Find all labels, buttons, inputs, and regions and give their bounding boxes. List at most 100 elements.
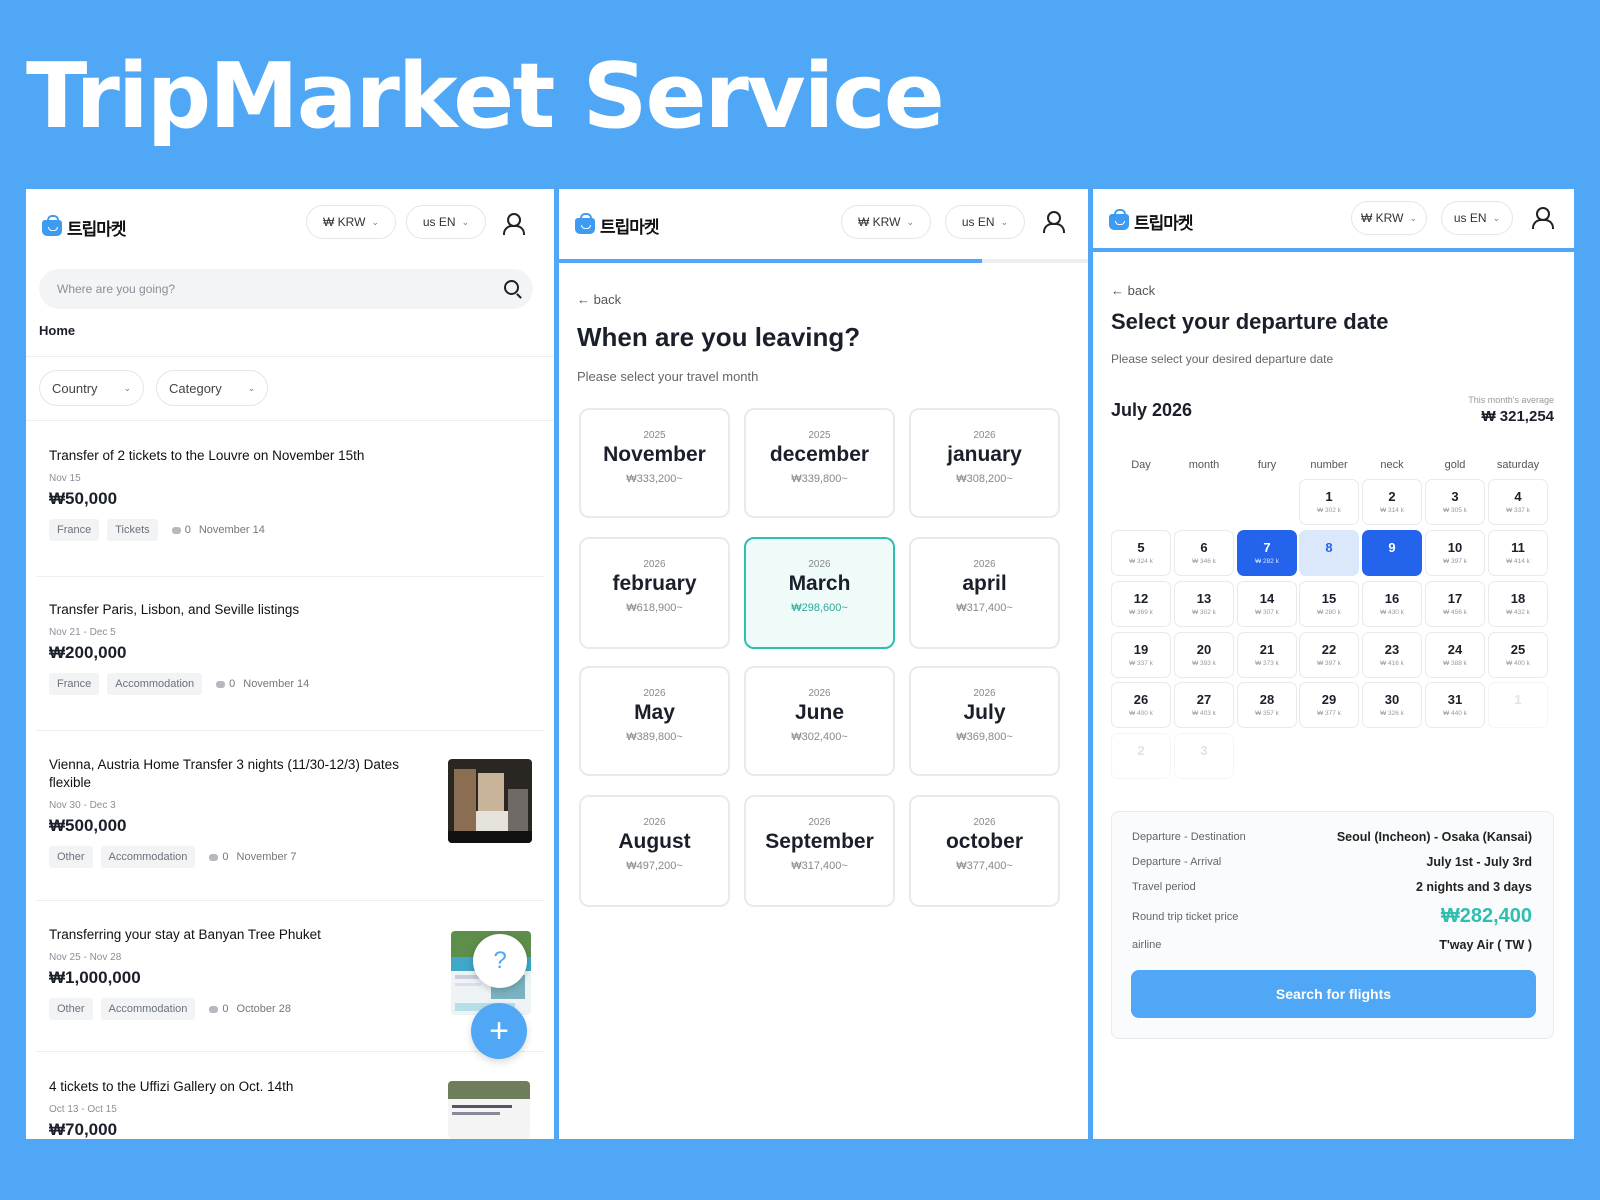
- calendar-day[interactable]: 8: [1299, 530, 1359, 576]
- calendar-day[interactable]: 10 ₩ 397 k: [1425, 530, 1485, 576]
- calendar-day[interactable]: 11 ₩ 414 k: [1488, 530, 1548, 576]
- search-icon[interactable]: [504, 280, 519, 295]
- country-filter[interactable]: Country ⌄: [39, 370, 145, 406]
- month-card[interactable]: 2026 June ₩302,400~: [744, 666, 895, 776]
- back-link[interactable]: ← back: [577, 292, 621, 307]
- bag-icon: [575, 212, 595, 234]
- calendar-day[interactable]: 26 ₩ 400 k: [1111, 682, 1171, 728]
- language-selector[interactable]: us EN ⌄: [406, 205, 486, 239]
- calendar-day[interactable]: 24 ₩ 388 k: [1425, 632, 1485, 678]
- calendar-day[interactable]: 1 ₩ 302 k: [1299, 479, 1359, 525]
- month-card[interactable]: 2026 january ₩308,200~: [909, 408, 1060, 518]
- calendar-day[interactable]: 21 ₩ 373 k: [1237, 632, 1297, 678]
- calendar-day[interactable]: 16 ₩ 430 k: [1362, 581, 1422, 627]
- search-input[interactable]: Where are you going?: [39, 269, 533, 309]
- screen-heading: Select your departure date: [1111, 309, 1389, 334]
- add-post-button[interactable]: +: [471, 1003, 527, 1059]
- day-number: 18: [1510, 591, 1526, 606]
- calendar-day[interactable]: 12 ₩ 369 k: [1111, 581, 1171, 627]
- month-card[interactable]: 2026 August ₩497,200~: [579, 795, 730, 907]
- calendar-day[interactable]: 27 ₩ 403 k: [1174, 682, 1234, 728]
- calendar-day[interactable]: 31 ₩ 440 k: [1425, 682, 1485, 728]
- day-price: ₩ 280 k: [1317, 609, 1341, 616]
- calendar-day[interactable]: 23 ₩ 416 k: [1362, 632, 1422, 678]
- calendar-day[interactable]: 2 ₩ 314 k: [1362, 479, 1422, 525]
- calendar-day[interactable]: 6 ₩ 346 k: [1174, 530, 1234, 576]
- date-select-screen: 트립마켓 ₩ KRW ⌄ us EN ⌄ ← back Select your de…: [1093, 189, 1574, 1139]
- month-card[interactable]: 2025 November ₩333,200~: [579, 408, 730, 518]
- tag: Other: [49, 846, 93, 868]
- calendar-day[interactable]: 18 ₩ 432 k: [1488, 581, 1548, 627]
- calendar-day[interactable]: 4 ₩ 337 k: [1488, 479, 1548, 525]
- calendar-day[interactable]: 25 ₩ 400 k: [1488, 632, 1548, 678]
- month-price: ₩308,200~: [956, 473, 1013, 485]
- progress-bar: [1093, 248, 1574, 252]
- back-link[interactable]: ← back: [1111, 283, 1155, 298]
- calendar-day[interactable]: 22 ₩ 397 k: [1299, 632, 1359, 678]
- divider: [36, 900, 544, 901]
- list-item[interactable]: Transfer of 2 tickets to the Louvre on N…: [49, 447, 539, 541]
- summary-value: ₩282,400: [1440, 905, 1532, 927]
- month-card[interactable]: 2025 december ₩339,800~: [744, 408, 895, 518]
- user-icon[interactable]: [1532, 207, 1554, 229]
- breadcrumb-home[interactable]: Home: [39, 323, 75, 338]
- screen-heading: When are you leaving?: [577, 322, 861, 352]
- day-price: ₩ 440 k: [1443, 710, 1467, 717]
- month-card[interactable]: 2026 July ₩369,800~: [909, 666, 1060, 776]
- app-logo[interactable]: 트립마켓: [42, 214, 127, 240]
- page-title: TripMarket Service: [26, 44, 945, 149]
- calendar-day[interactable]: 3 ₩ 305 k: [1425, 479, 1485, 525]
- chevron-down-icon: ⌄: [1492, 212, 1501, 223]
- list-item[interactable]: Transfer Paris, Lisbon, and Seville list…: [49, 601, 539, 695]
- search-flights-button[interactable]: Search for flights: [1131, 970, 1536, 1018]
- app-logo[interactable]: 트립마켓: [575, 212, 660, 238]
- currency-selector[interactable]: ₩ KRW ⌄: [306, 205, 396, 239]
- calendar-day[interactable]: 20 ₩ 393 k: [1174, 632, 1234, 678]
- month-year: 2026: [643, 688, 666, 699]
- day-number: 19: [1133, 642, 1149, 657]
- day-number: 16: [1384, 591, 1400, 606]
- help-button[interactable]: ?: [473, 934, 527, 988]
- app-header: 트립마켓 ₩ KRW ⌄ us EN ⌄: [559, 189, 1088, 263]
- calendar-day[interactable]: 17 ₩ 456 k: [1425, 581, 1485, 627]
- calendar-day[interactable]: 9: [1362, 530, 1422, 576]
- month-card[interactable]: 2026 March ₩298,600~: [744, 537, 895, 649]
- gallery-thumbnail[interactable]: [448, 1081, 530, 1139]
- month-card[interactable]: 2026 april ₩317,400~: [909, 537, 1060, 649]
- user-icon[interactable]: [503, 213, 525, 235]
- currency-selector[interactable]: ₩ KRW ⌄: [1351, 201, 1427, 235]
- month-name: february: [612, 572, 697, 595]
- month-year: 2026: [973, 430, 996, 441]
- month-year: 2025: [808, 430, 831, 441]
- calendar-day[interactable]: 15 ₩ 280 k: [1299, 581, 1359, 627]
- month-card[interactable]: 2026 September ₩317,400~: [744, 795, 895, 907]
- calendar-day[interactable]: 7 ₩ 282 k: [1237, 530, 1297, 576]
- user-icon[interactable]: [1043, 211, 1065, 233]
- day-price: ₩ 373 k: [1255, 660, 1279, 667]
- month-card[interactable]: 2026 october ₩377,400~: [909, 795, 1060, 907]
- hotel-room-thumbnail[interactable]: [448, 759, 532, 843]
- day-price: ₩ 377 k: [1317, 710, 1341, 717]
- day-price: ₩ 282 k: [1255, 558, 1279, 565]
- calendar-day[interactable]: 5 ₩ 324 k: [1111, 530, 1171, 576]
- calendar-day[interactable]: 13 ₩ 302 k: [1174, 581, 1234, 627]
- listing-screen: 트립마켓 ₩ KRW ⌄ us EN ⌄ Where are you going? …: [26, 189, 554, 1139]
- month-card[interactable]: 2026 May ₩389,800~: [579, 666, 730, 776]
- month-price: ₩618,900~: [626, 602, 683, 614]
- language-selector[interactable]: us EN ⌄: [1441, 201, 1513, 235]
- calendar-day[interactable]: 30 ₩ 326 k: [1362, 682, 1422, 728]
- currency-selector[interactable]: ₩ KRW ⌄: [841, 205, 931, 239]
- calendar-day[interactable]: 28 ₩ 357 k: [1237, 682, 1297, 728]
- day-number: 12: [1133, 591, 1149, 606]
- day-number: 30: [1384, 692, 1400, 707]
- category-filter[interactable]: Category ⌄: [156, 370, 269, 406]
- language-selector[interactable]: us EN ⌄: [945, 205, 1025, 239]
- calendar-day[interactable]: 19 ₩ 337 k: [1111, 632, 1171, 678]
- month-price: ₩333,200~: [626, 473, 683, 485]
- calendar-day[interactable]: 29 ₩ 377 k: [1299, 682, 1359, 728]
- month-price: ₩497,200~: [626, 860, 683, 872]
- bag-icon: [1109, 208, 1129, 230]
- calendar-day[interactable]: 14 ₩ 307 k: [1237, 581, 1297, 627]
- app-logo[interactable]: 트립마켓: [1109, 208, 1194, 234]
- month-card[interactable]: 2026 february ₩618,900~: [579, 537, 730, 649]
